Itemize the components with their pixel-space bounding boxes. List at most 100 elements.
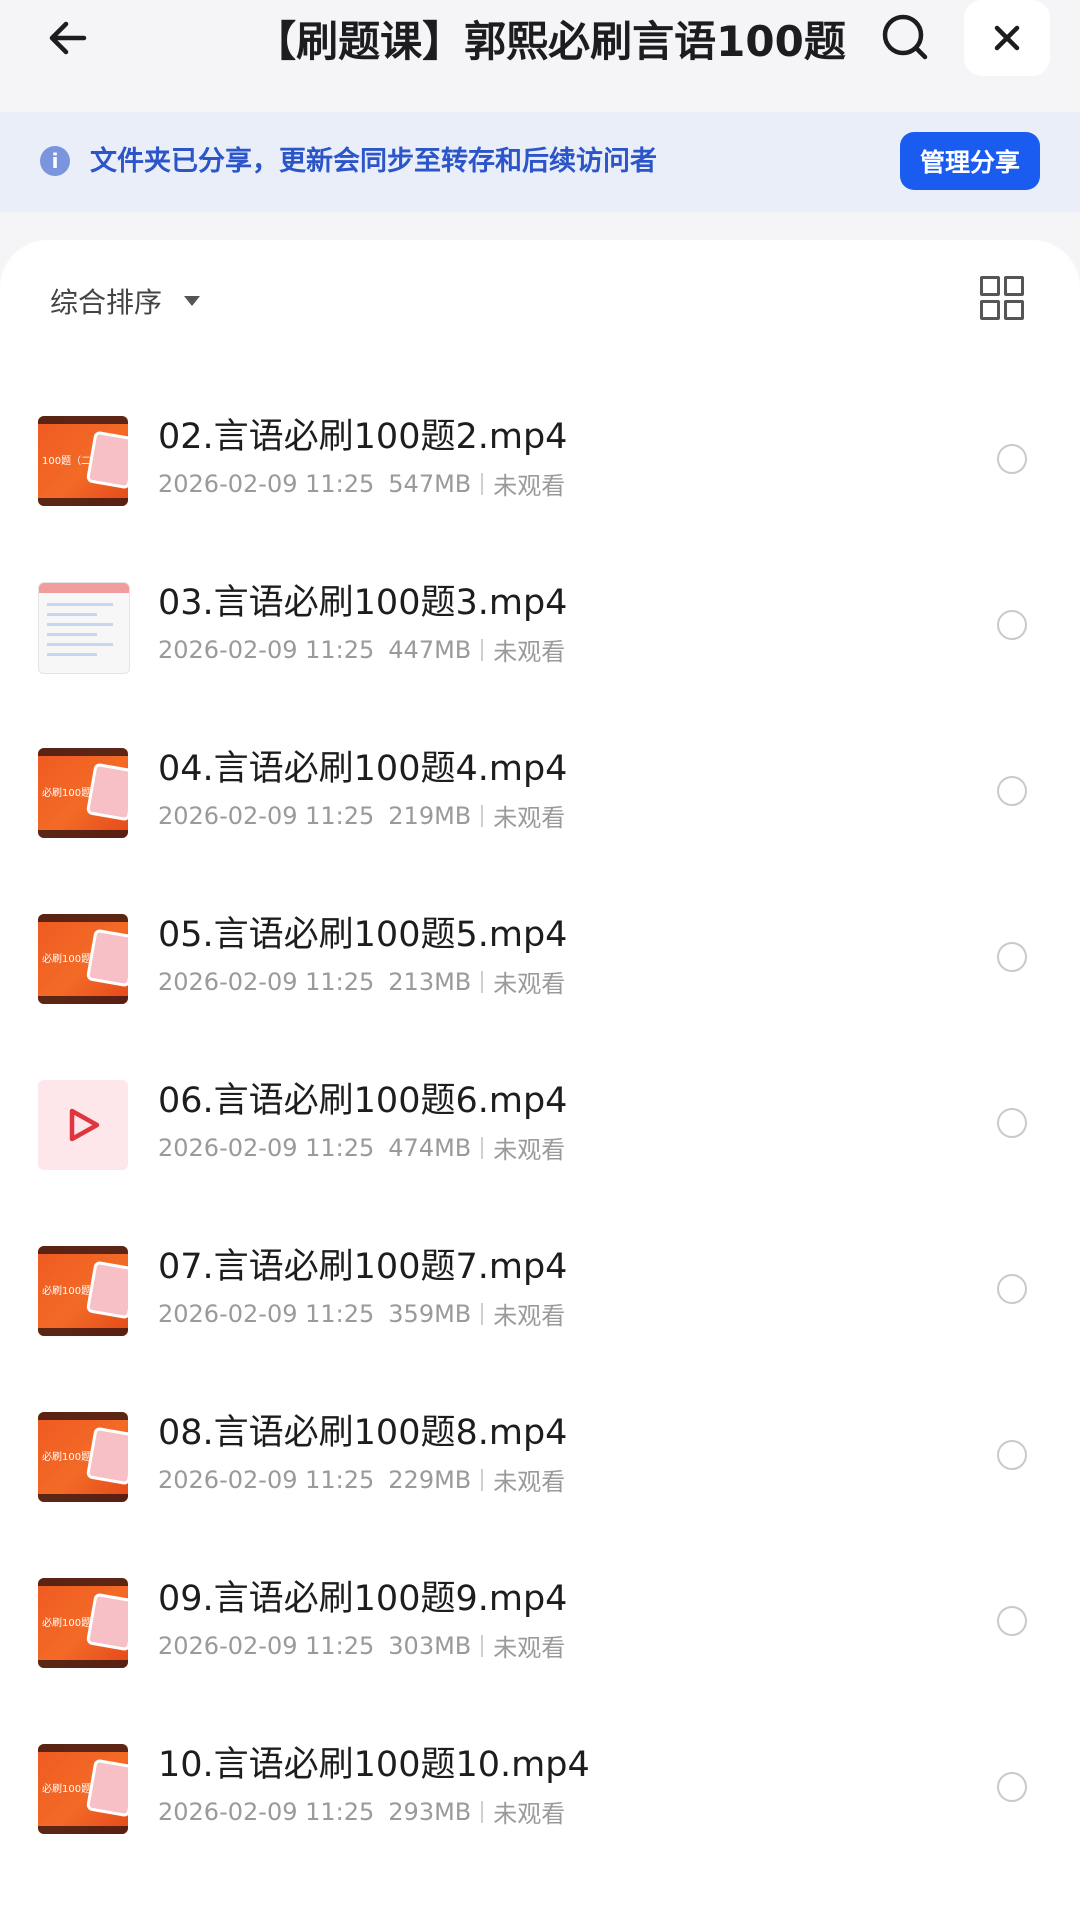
thumbnail-top-bar bbox=[38, 416, 128, 424]
video-thumbnail bbox=[38, 582, 130, 674]
thumbnail-bottom-bar bbox=[38, 830, 128, 838]
select-radio[interactable] bbox=[997, 942, 1027, 972]
file-date: 2026-02-09 11:25 bbox=[158, 1631, 375, 1660]
sort-label: 综合排序 bbox=[50, 286, 163, 319]
file-meta: 2026-02-09 11:25 547MB 未观看 bbox=[158, 466, 565, 501]
close-button[interactable] bbox=[964, 0, 1050, 76]
list-item[interactable]: 06.言语必刷100题6.mp4 2026-02-09 11:25 474MB 未观看 bbox=[0, 1070, 1080, 1236]
file-name: 05.言语必刷100题5.mp4 bbox=[158, 915, 568, 955]
list-item[interactable]: 03.言语必刷100题3.mp4 2026-02-09 11:25 447MB 未观看 bbox=[0, 572, 1080, 738]
select-radio[interactable] bbox=[997, 444, 1027, 474]
select-radio[interactable] bbox=[997, 1108, 1027, 1138]
thumbnail-bottom-bar bbox=[38, 1660, 128, 1668]
meta-divider bbox=[481, 1800, 484, 1823]
select-radio[interactable] bbox=[997, 1772, 1027, 1802]
thumbnail-bottom-bar bbox=[38, 1494, 128, 1502]
thumbnail-bottom-bar bbox=[38, 996, 128, 1004]
play-icon bbox=[69, 1108, 100, 1142]
info-icon: i bbox=[40, 146, 70, 176]
list-item[interactable]: 100题（二） 02.言语必刷100题2.mp4 2026-02-09 11:25 5… bbox=[0, 406, 1080, 572]
meta-divider bbox=[481, 638, 484, 661]
watch-status: 未观看 bbox=[493, 1302, 566, 1330]
file-meta: 2026-02-09 11:25 219MB 未观看 bbox=[158, 798, 565, 833]
file-name: 06.言语必刷100题6.mp4 bbox=[158, 1081, 568, 1121]
back-button[interactable] bbox=[36, 6, 100, 70]
watch-status: 未观看 bbox=[493, 1136, 566, 1164]
meta-divider bbox=[481, 1302, 484, 1325]
caret-down-icon bbox=[184, 296, 201, 306]
thumbnail-bottom-bar bbox=[38, 1328, 128, 1336]
file-date: 2026-02-09 11:25 bbox=[158, 635, 375, 664]
file-date: 2026-02-09 11:25 bbox=[158, 469, 375, 498]
select-radio[interactable] bbox=[997, 1440, 1027, 1470]
thumbnail-text-line bbox=[47, 643, 113, 646]
list-item[interactable]: 必刷100题（八） 08.言语必刷100题8.mp4 2026-02-09 11:2… bbox=[0, 1402, 1080, 1568]
grid-view-icon bbox=[1004, 276, 1024, 296]
manage-share-button[interactable]: 管理分享 bbox=[900, 132, 1040, 190]
thumbnail-caption: 必刷100题（十） bbox=[42, 1784, 122, 1795]
thumbnail-top-bar bbox=[38, 1744, 128, 1752]
list-item[interactable]: 必刷100题（七） 07.言语必刷100题7.mp4 2026-02-09 11:2… bbox=[0, 1236, 1080, 1402]
file-size: 303MB bbox=[388, 1631, 472, 1660]
meta-divider bbox=[481, 1136, 484, 1159]
search-button[interactable] bbox=[872, 4, 938, 70]
top-bar: 【刷题课】郭熙必刷言语100题 bbox=[0, 0, 1080, 110]
thumbnail-top-bar bbox=[38, 1246, 128, 1254]
video-placeholder-thumbnail bbox=[38, 1080, 128, 1170]
file-date: 2026-02-09 11:25 bbox=[158, 801, 375, 830]
thumbnail-top-bar bbox=[38, 1578, 128, 1586]
watch-status: 未观看 bbox=[493, 804, 566, 832]
meta-divider bbox=[481, 970, 484, 993]
file-meta: 2026-02-09 11:25 474MB 未观看 bbox=[158, 1130, 565, 1165]
file-size: 219MB bbox=[388, 801, 472, 830]
select-radio[interactable] bbox=[997, 1606, 1027, 1636]
video-thumbnail: 必刷100题（十） bbox=[38, 1744, 128, 1834]
file-name: 07.言语必刷100题7.mp4 bbox=[158, 1247, 568, 1287]
list-item[interactable]: 必刷100题（九） 09.言语必刷100题9.mp4 2026-02-09 11:2… bbox=[0, 1568, 1080, 1734]
thumbnail-bottom-bar bbox=[38, 1826, 128, 1834]
grid-view-icon bbox=[980, 300, 1000, 320]
thumbnail-top-bar bbox=[38, 1412, 128, 1420]
sort-dropdown[interactable]: 综合排序 bbox=[50, 278, 201, 324]
select-radio[interactable] bbox=[997, 1274, 1027, 1304]
list-item[interactable]: 必刷100题（十） 10.言语必刷100题10.mp4 2026-02-09 11:… bbox=[0, 1734, 1080, 1900]
grid-view-button[interactable] bbox=[980, 276, 1024, 320]
thumbnail-caption: 必刷100题（九） bbox=[42, 1618, 122, 1629]
watch-status: 未观看 bbox=[493, 1634, 566, 1662]
watch-status: 未观看 bbox=[493, 1800, 566, 1828]
thumbnail-text-line bbox=[47, 653, 97, 656]
file-size: 547MB bbox=[388, 469, 472, 498]
file-list-panel: 综合排序 100题（二） 02.言语必刷100题2.mp4 2026-02-09 1… bbox=[0, 240, 1080, 1911]
file-meta: 2026-02-09 11:25 447MB 未观看 bbox=[158, 632, 565, 667]
video-thumbnail: 必刷100题（八） bbox=[38, 1412, 128, 1502]
meta-divider bbox=[481, 1468, 484, 1491]
file-size: 213MB bbox=[388, 967, 472, 996]
thumbnail-header-bar bbox=[39, 583, 129, 593]
list-item[interactable]: 必刷100题（五） 05.言语必刷100题5.mp4 2026-02-09 11:2… bbox=[0, 904, 1080, 1070]
video-thumbnail: 必刷100题（七） bbox=[38, 1246, 128, 1336]
file-name: 02.言语必刷100题2.mp4 bbox=[158, 417, 568, 457]
thumbnail-caption: 必刷100题（七） bbox=[42, 1286, 122, 1297]
file-name: 04.言语必刷100题4.mp4 bbox=[158, 749, 568, 789]
file-meta: 2026-02-09 11:25 303MB 未观看 bbox=[158, 1628, 565, 1663]
share-banner-text: 文件夹已分享，更新会同步至转存和后续访问者 bbox=[90, 146, 657, 177]
file-name: 03.言语必刷100题3.mp4 bbox=[158, 583, 568, 623]
thumbnail-text-line bbox=[47, 613, 97, 616]
list-item[interactable]: 必刷100题（四） 04.言语必刷100题4.mp4 2026-02-09 11:2… bbox=[0, 738, 1080, 904]
file-size: 474MB bbox=[388, 1133, 472, 1162]
thumbnail-text-line bbox=[47, 603, 113, 606]
grid-view-icon bbox=[1004, 300, 1024, 320]
file-size: 293MB bbox=[388, 1797, 472, 1826]
watch-status: 未观看 bbox=[493, 638, 566, 666]
select-radio[interactable] bbox=[997, 610, 1027, 640]
file-date: 2026-02-09 11:25 bbox=[158, 1797, 375, 1826]
thumbnail-bottom-bar bbox=[38, 498, 128, 506]
meta-divider bbox=[481, 1634, 484, 1657]
thumbnail-top-bar bbox=[38, 748, 128, 756]
file-meta: 2026-02-09 11:25 213MB 未观看 bbox=[158, 964, 565, 999]
thumbnail-top-bar bbox=[38, 914, 128, 922]
meta-divider bbox=[481, 804, 484, 827]
search-icon bbox=[882, 14, 928, 60]
select-radio[interactable] bbox=[997, 776, 1027, 806]
thumbnail-caption: 必刷100题（五） bbox=[42, 954, 122, 965]
